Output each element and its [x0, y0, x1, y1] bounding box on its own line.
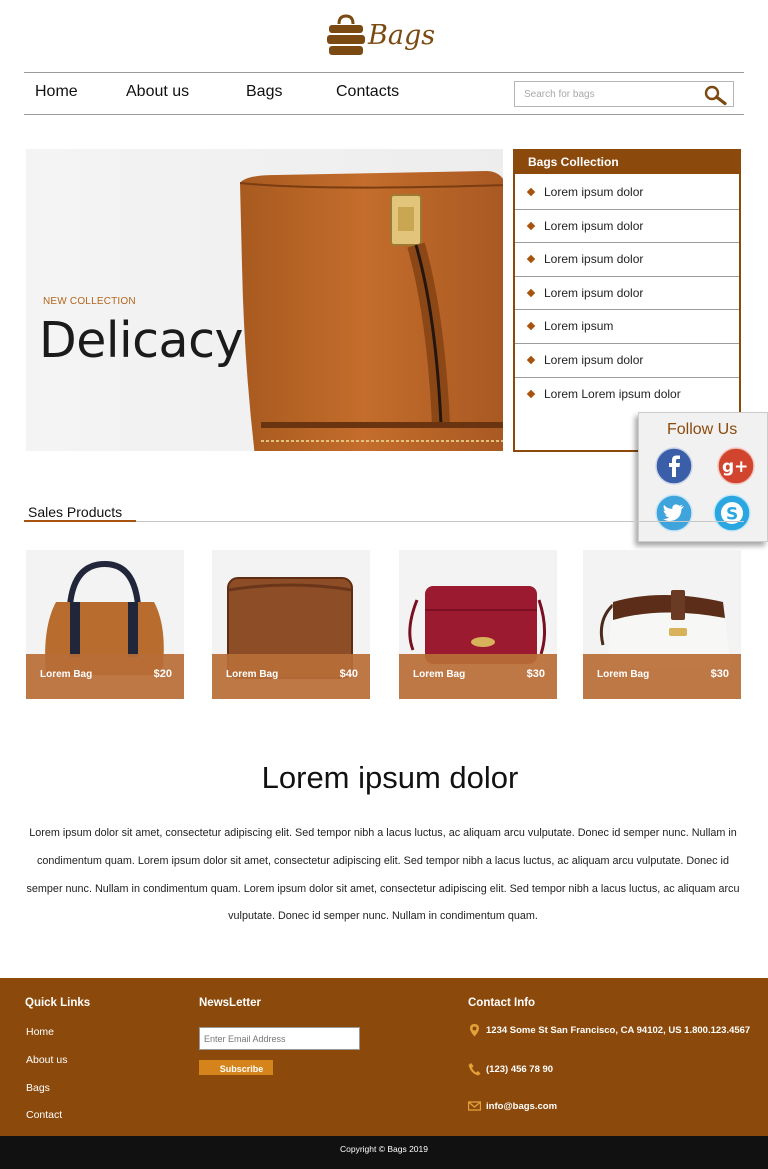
nav-item-about-us[interactable]: About us — [126, 83, 189, 101]
product-name: Lorem Bag — [40, 669, 93, 680]
collection-item[interactable]: Lorem ipsum dolor — [515, 210, 739, 244]
diamond-bullet-icon — [526, 322, 536, 331]
diamond-bullet-icon — [526, 187, 536, 197]
collection-item-label: Lorem ipsum — [544, 319, 614, 334]
subscribe-button[interactable]: Subscribe — [199, 1060, 273, 1075]
collection-item[interactable]: Lorem Lorem ipsum dolor — [515, 378, 739, 412]
search-box — [514, 81, 734, 107]
product-name: Lorem Bag — [597, 669, 650, 680]
nav-item-bags[interactable]: Bags — [246, 83, 282, 101]
search-input[interactable] — [524, 82, 704, 106]
diamond-bullet-icon — [526, 288, 536, 298]
product-price: $20 — [153, 668, 172, 680]
section-underline — [24, 520, 136, 522]
product-info-bar: Lorem Bag $20 — [26, 654, 184, 699]
product-info-bar: Lorem Bag $30 — [399, 654, 557, 699]
collection-item-label: Lorem Lorem ipsum dolor — [544, 386, 681, 401]
hero-banner[interactable]: NEW COLLECTION Delicacy — [26, 149, 503, 451]
product-price: $30 — [526, 668, 545, 680]
follow-us-widget: Follow Us g+ S — [638, 412, 768, 542]
product-card[interactable]: Lorem Bag $40 — [212, 550, 370, 699]
collection-title: Bags Collection — [515, 151, 739, 174]
footer-link-bags[interactable]: Bags — [26, 1082, 50, 1094]
footer-link-contact[interactable]: Contact — [26, 1109, 62, 1121]
footer: Quick Links Home About us Bags Contact N… — [0, 978, 768, 1136]
contact-email-text[interactable]: info@bags.com — [486, 1101, 557, 1112]
collection-item-label: Lorem ipsum dolor — [544, 185, 644, 199]
product-price: $40 — [339, 668, 358, 680]
diamond-bullet-icon — [526, 355, 536, 365]
logo-text: Bags — [368, 20, 436, 51]
facebook-icon[interactable] — [655, 447, 693, 485]
section-divider — [136, 521, 744, 522]
about-paragraph: Lorem ipsum dolor sit amet, consectetur … — [26, 827, 740, 923]
collection-item-label: Lorem ipsum dolor — [544, 252, 644, 267]
svg-text:g+: g+ — [722, 457, 748, 477]
collection-item[interactable]: Lorem ipsum dolor — [515, 243, 739, 277]
contact-info-title: Contact Info — [468, 997, 536, 1009]
product-name: Lorem Bag — [226, 669, 279, 680]
contact-phone-text: (123) 456 78 90 — [486, 1064, 554, 1075]
hero-kicker: NEW COLLECTION — [43, 296, 136, 307]
diamond-bullet-icon — [526, 389, 536, 398]
twitter-icon[interactable] — [655, 494, 693, 532]
diamond-bullet-icon — [526, 221, 536, 230]
copyright-text: Copyright © Bags 2019 — [339, 1144, 428, 1154]
main-nav: Home About us Bags Contacts — [24, 72, 744, 115]
quick-links-title: Quick Links — [25, 997, 91, 1009]
collection-list: Lorem ipsum dolor Lorem ipsum dolor Lore… — [515, 176, 739, 411]
product-name: Lorem Bag — [413, 669, 466, 680]
site-logo[interactable]: Bags — [326, 14, 446, 64]
product-card[interactable]: Lorem Bag $20 — [26, 550, 184, 699]
product-info-bar: Lorem Bag $30 — [583, 654, 741, 699]
collection-item[interactable]: Lorem ipsum — [515, 310, 739, 344]
hero-bag-image — [239, 171, 503, 451]
map-pin-icon — [470, 1024, 479, 1037]
follow-us-title: Follow Us — [667, 421, 738, 438]
newsletter-email-input[interactable] — [200, 1028, 350, 1049]
collection-item-label: Lorem ipsum dolor — [544, 285, 644, 300]
search-icon[interactable] — [703, 84, 727, 106]
mail-icon — [468, 1101, 481, 1111]
collection-item[interactable]: Lorem ipsum dolor — [515, 277, 739, 311]
hero-title: Delicacy — [39, 312, 244, 369]
sales-products-title: Sales Products — [28, 504, 123, 520]
product-card[interactable]: Lorem Bag $30 — [399, 550, 557, 699]
product-info-bar: Lorem Bag $40 — [212, 654, 370, 699]
contact-address-text: 1234 Some St San Francisco, CA 94102, US… — [486, 1025, 751, 1036]
nav-item-home[interactable]: Home — [35, 83, 78, 101]
newsletter-input-wrapper — [199, 1027, 360, 1050]
footer-link-about-us[interactable]: About us — [26, 1054, 67, 1066]
collection-item[interactable]: Lorem ipsum dolor — [515, 344, 739, 378]
product-price: $30 — [710, 668, 729, 680]
collection-item-label: Lorem ipsum dolor — [544, 218, 644, 233]
collection-item-label: Lorem ipsum dolor — [544, 352, 644, 367]
product-card[interactable]: Lorem Bag $30 — [583, 550, 741, 699]
footer-link-home[interactable]: Home — [26, 1026, 54, 1038]
bag-logo-icon — [327, 14, 365, 55]
newsletter-title: NewsLetter — [199, 997, 261, 1009]
skype-icon[interactable]: S — [713, 494, 751, 532]
about-title: Lorem ipsum dolor — [261, 760, 519, 795]
nav-item-contacts[interactable]: Contacts — [336, 83, 399, 101]
collection-item[interactable]: Lorem ipsum dolor — [515, 176, 739, 210]
phone-icon — [468, 1063, 481, 1076]
google-plus-icon[interactable]: g+ — [717, 447, 755, 485]
bags-collection-panel: Bags Collection Lorem ipsum dolor Lorem … — [513, 149, 741, 452]
diamond-bullet-icon — [526, 254, 536, 264]
copyright-bar: Copyright © Bags 2019 — [0, 1136, 768, 1169]
